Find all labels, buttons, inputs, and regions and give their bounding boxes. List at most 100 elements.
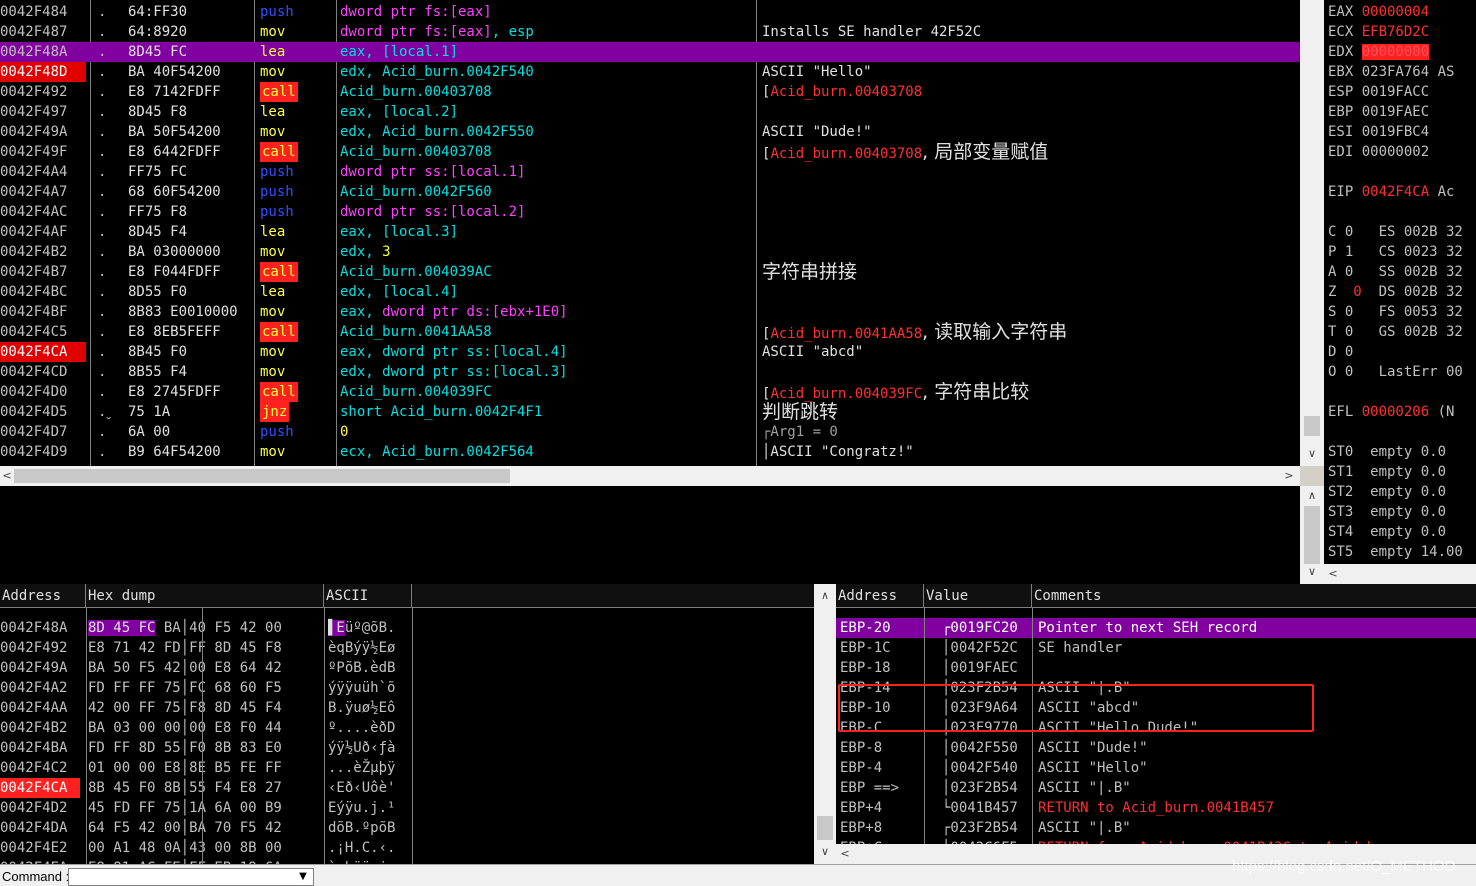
stack-value[interactable]: │0042F540	[942, 758, 1032, 778]
stack-header-comments[interactable]: Comments	[1032, 584, 1476, 608]
dump-row[interactable]: 0042F4E2 00 A1 48 0A│43 00 8B 00 .¡H.C.‹.	[0, 838, 814, 858]
register-row[interactable]: ST1 empty 0.0	[1328, 462, 1446, 482]
disasm-row[interactable]: 0042F48A. 8D45 FC lea eax, [local.1]	[0, 42, 1300, 62]
dump-header-ascii[interactable]: ASCII	[324, 584, 412, 608]
register-row[interactable]: ESP 0019FACC	[1328, 82, 1429, 102]
stack-row[interactable]: EBP-1C │0042F52C SE handler	[836, 638, 1476, 658]
disasm-row[interactable]: 0042F4C5. E8 8EB5FEFF call Acid_burn.0041AA…	[0, 322, 1300, 342]
instruction-address[interactable]: 0042F497	[0, 102, 86, 122]
register-row[interactable]: EIP 0042F4CA Ac	[1328, 182, 1454, 202]
dump-address[interactable]: 0042F492	[0, 638, 80, 658]
stack-value[interactable]: └0041B457	[942, 798, 1032, 818]
register-value[interactable]: EFB76D2C	[1362, 24, 1429, 40]
instruction-address[interactable]: 0042F4D5	[0, 402, 86, 422]
register-row[interactable]: EAX 00000004	[1328, 2, 1429, 22]
stack-row[interactable]: EBP-4 │0042F540 ASCII "Hello"	[836, 758, 1476, 778]
stack-row[interactable]: EBP ==> │023F2B54 ASCII "|.B"	[836, 778, 1476, 798]
register-row[interactable]: EDI 00000002	[1328, 142, 1429, 162]
scroll-up-icon[interactable]: ∧	[817, 588, 833, 604]
dump-row[interactable]: 0042F48A 8D 45 FC BA│40 F5 42 00 ▌Eüº@õB.	[0, 618, 814, 638]
instruction-address[interactable]: 0042F4D7	[0, 422, 86, 442]
disasm-row[interactable]: 0042F4B7. E8 F044FDFF call Acid_burn.004039…	[0, 262, 1300, 282]
register-row[interactable]: ST0 empty 0.0	[1328, 442, 1446, 462]
disassembly-pane[interactable]: 0042F484. 64:FF30 push dword ptr fs:[eax] 00…	[0, 0, 1300, 466]
dump-vscrollbar[interactable]: ∧ ∨	[814, 584, 836, 864]
disasm-row[interactable]: 0042F4A4. FF75 FC push dword ptr ss:[local.…	[0, 162, 1300, 182]
stack-address[interactable]: EBP+4	[840, 798, 924, 818]
instruction-address[interactable]: 0042F492	[0, 82, 86, 102]
dump-address[interactable]: 0042F4AA	[0, 698, 80, 718]
instruction-address[interactable]: 0042F4B2	[0, 242, 86, 262]
scroll-down-icon[interactable]: ∨	[1304, 446, 1320, 462]
dump-address[interactable]: 0042F4B2	[0, 718, 80, 738]
stack-value[interactable]: │0019FAEC	[942, 658, 1032, 678]
disasm-row[interactable]: 0042F4CA. 8B45 F0 mov eax, dword ptr ss:[lo…	[0, 342, 1300, 362]
scroll-up-icon[interactable]: ∧	[1304, 488, 1320, 504]
dump-address[interactable]: 0042F4DA	[0, 818, 80, 838]
stack-value[interactable]: ┌023F2B54	[942, 818, 1032, 838]
stack-value[interactable]: │023F2B54	[942, 778, 1032, 798]
instruction-address[interactable]: 0042F49F	[0, 142, 86, 162]
register-row[interactable]: A 0 SS 002B 32	[1328, 262, 1463, 282]
disasm-row[interactable]: 0042F484. 64:FF30 push dword ptr fs:[eax]	[0, 2, 1300, 22]
disasm-row[interactable]: 0042F4AC. FF75 F8 push dword ptr ss:[local.…	[0, 202, 1300, 222]
dump-row[interactable]: 0042F492 E8 71 42 FD│FF 8D 45 F8 èqBýÿ½Eø	[0, 638, 814, 658]
stack-row[interactable]: EBP-18 │0019FAEC	[836, 658, 1476, 678]
register-row[interactable]: ST5 empty 14.00	[1328, 542, 1463, 562]
register-row[interactable]: T 0 GS 002B 32	[1328, 322, 1463, 342]
instruction-address[interactable]: 0042F4CA	[0, 342, 86, 362]
instruction-address[interactable]: 0042F4BC	[0, 282, 86, 302]
disasm-row[interactable]: 0042F4BF. 8B83 E0010000 mov eax, dword ptr …	[0, 302, 1300, 322]
disasm-row[interactable]: 0042F4CD. 8B55 F4 mov edx, dword ptr ss:[lo…	[0, 362, 1300, 382]
register-value[interactable]: 0019FBC4	[1362, 124, 1429, 140]
scroll-down-icon[interactable]: ∨	[1304, 564, 1320, 580]
instruction-address[interactable]: 0042F4D9	[0, 442, 86, 462]
dump-address[interactable]: 0042F4BA	[0, 738, 80, 758]
disasm-row[interactable]: 0042F49F. E8 6442FDFF call Acid_burn.004037…	[0, 142, 1300, 162]
instruction-address[interactable]: 0042F48D	[0, 62, 86, 82]
dump-header-address[interactable]: Address	[0, 584, 86, 608]
disasm-row[interactable]: 0042F49A. BA 50F54200 mov edx, Acid_burn.00…	[0, 122, 1300, 142]
dump-row[interactable]: 0042F4C2 01 00 00 E8│8E B5 FE FF ...èŽµþÿ	[0, 758, 814, 778]
disasm-row[interactable]: 0042F4D5 .ˬ 75 1A jnz short Acid_burn.0042F4…	[0, 402, 1300, 422]
instruction-address[interactable]: 0042F49A	[0, 122, 86, 142]
dump-row[interactable]: 0042F4BA FD FF 8D 55│F0 8B 83 E0 ýÿ½Uð‹ƒà	[0, 738, 814, 758]
register-value[interactable]: 00000004	[1362, 4, 1429, 20]
dump-vscroll-thumb[interactable]	[817, 816, 833, 840]
dump-address[interactable]: 0042F4CA	[0, 778, 80, 798]
scroll-left-icon[interactable]: <	[1326, 566, 1340, 582]
dump-address[interactable]: 0042F4C2	[0, 758, 80, 778]
instruction-address[interactable]: 0042F487	[0, 22, 86, 42]
stack-row[interactable]: EBP-8 │0042F550 ASCII "Dude!"	[836, 738, 1476, 758]
disasm-vscrollbar[interactable]: ∨	[1300, 0, 1324, 466]
dump-row[interactable]: 0042F4D2 45 FD FF 75│1A 6A 00 B9 Eýÿu.j.¹	[0, 798, 814, 818]
disasm-row[interactable]: 0042F4BC. 8D55 F0 lea edx, [local.4]	[0, 282, 1300, 302]
stack-header-value[interactable]: Value	[924, 584, 1032, 608]
regs-hscrollbar[interactable]: <	[1324, 564, 1476, 584]
stack-address[interactable]: EBP-1C	[840, 638, 924, 658]
stack-value[interactable]: │0042F52C	[942, 638, 1032, 658]
command-input[interactable]	[68, 868, 314, 886]
disasm-row[interactable]: 0042F4D9. B9 64F54200 mov ecx, Acid_burn.00…	[0, 442, 1300, 462]
dump-row[interactable]: 0042F4AA 42 00 FF 75│F8 8D 45 F4 B.ÿuø½Eô	[0, 698, 814, 718]
dump-row[interactable]: 0042F4B2 BA 03 00 00│00 E8 F0 44 º....èðD	[0, 718, 814, 738]
register-value[interactable]: 00000000	[1361, 44, 1430, 60]
chevron-down-icon[interactable]: ▼	[294, 869, 312, 885]
stack-row[interactable]: EBP-20 ┌0019FC20 Pointer to next SEH recor…	[836, 618, 1476, 638]
register-row[interactable]: O 0 LastErr 00	[1328, 362, 1463, 382]
register-row[interactable]: Z 0 DS 002B 32	[1328, 282, 1463, 302]
dump-row[interactable]: 0042F4A2 FD FF FF 75│FC 68 60 F5 ýÿÿuüh`õ	[0, 678, 814, 698]
disasm-row[interactable]: 0042F4D7. 6A 00 push 0 ┌Arg1 = 0	[0, 422, 1300, 442]
disasm-row[interactable]: 0042F4D0. E8 2745FDFF call Acid_burn.004039…	[0, 382, 1300, 402]
register-value[interactable]: 00000002	[1362, 144, 1429, 160]
scroll-down-icon[interactable]: ∨	[817, 844, 833, 860]
instruction-address[interactable]: 0042F4C5	[0, 322, 86, 342]
stack-row[interactable]: EBP+4 └0041B457 RETURN to Acid_burn.0041B4…	[836, 798, 1476, 818]
disasm-row[interactable]: 0042F4AF. 8D45 F4 lea eax, [local.3]	[0, 222, 1300, 242]
instruction-address[interactable]: 0042F4A7	[0, 182, 86, 202]
instruction-address[interactable]: 0042F4CD	[0, 362, 86, 382]
stack-row[interactable]: EBP+8 ┌023F2B54 ASCII "|.B"	[836, 818, 1476, 838]
scroll-left-icon[interactable]: <	[838, 846, 852, 862]
dump-header-hex[interactable]: Hex dump	[86, 584, 324, 608]
register-row[interactable]: P 1 CS 0023 32	[1328, 242, 1463, 262]
